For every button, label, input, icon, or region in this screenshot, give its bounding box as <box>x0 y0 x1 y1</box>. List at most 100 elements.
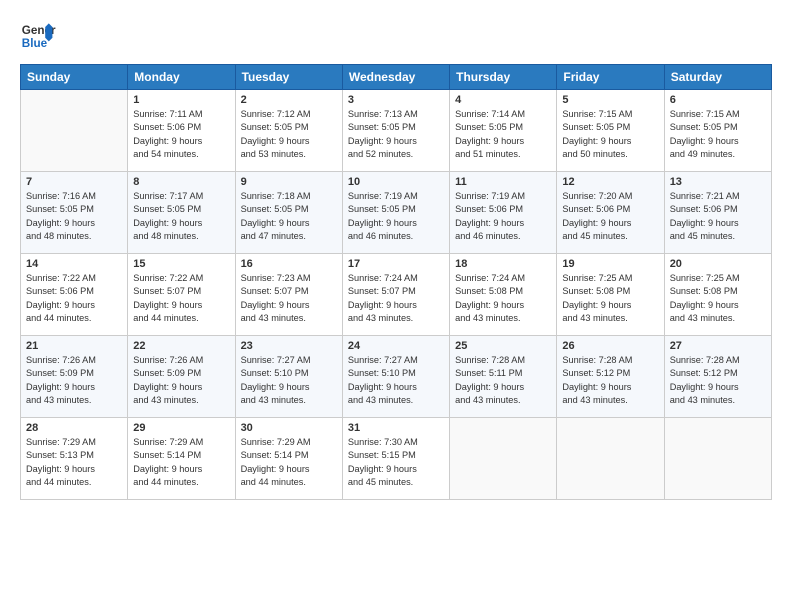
day-number: 23 <box>241 340 337 352</box>
svg-text:Blue: Blue <box>22 37 48 50</box>
day-info: Sunrise: 7:25 AMSunset: 5:08 PMDaylight:… <box>670 272 766 325</box>
day-number: 27 <box>670 340 766 352</box>
calendar-cell: 10 Sunrise: 7:19 AMSunset: 5:05 PMDayligh… <box>342 172 449 254</box>
calendar-cell: 21 Sunrise: 7:26 AMSunset: 5:09 PMDayligh… <box>21 336 128 418</box>
calendar-cell <box>664 418 771 500</box>
day-number: 5 <box>562 94 658 106</box>
week-row-3: 21 Sunrise: 7:26 AMSunset: 5:09 PMDayligh… <box>21 336 772 418</box>
day-number: 17 <box>348 258 444 270</box>
calendar-cell: 18 Sunrise: 7:24 AMSunset: 5:08 PMDayligh… <box>450 254 557 336</box>
day-info: Sunrise: 7:26 AMSunset: 5:09 PMDaylight:… <box>26 354 122 407</box>
day-number: 22 <box>133 340 229 352</box>
day-number: 1 <box>133 94 229 106</box>
calendar-cell: 23 Sunrise: 7:27 AMSunset: 5:10 PMDayligh… <box>235 336 342 418</box>
day-number: 26 <box>562 340 658 352</box>
day-number: 10 <box>348 176 444 188</box>
day-info: Sunrise: 7:24 AMSunset: 5:07 PMDaylight:… <box>348 272 444 325</box>
day-info: Sunrise: 7:15 AMSunset: 5:05 PMDaylight:… <box>670 108 766 161</box>
day-number: 7 <box>26 176 122 188</box>
col-header-sunday: Sunday <box>21 65 128 90</box>
day-info: Sunrise: 7:29 AMSunset: 5:14 PMDaylight:… <box>133 436 229 489</box>
calendar-cell: 4Sunrise: 7:14 AMSunset: 5:05 PMDaylight… <box>450 90 557 172</box>
col-header-tuesday: Tuesday <box>235 65 342 90</box>
calendar-cell: 29 Sunrise: 7:29 AMSunset: 5:14 PMDayligh… <box>128 418 235 500</box>
day-info: Sunrise: 7:11 AMSunset: 5:06 PMDaylight:… <box>133 108 229 161</box>
day-number: 31 <box>348 422 444 434</box>
calendar-cell <box>557 418 664 500</box>
calendar-cell: 20 Sunrise: 7:25 AMSunset: 5:08 PMDayligh… <box>664 254 771 336</box>
calendar-cell: 5 Sunrise: 7:15 AMSunset: 5:05 PMDaylight… <box>557 90 664 172</box>
header: General Blue <box>20 18 772 54</box>
calendar-cell: 16 Sunrise: 7:23 AMSunset: 5:07 PMDayligh… <box>235 254 342 336</box>
day-number: 19 <box>562 258 658 270</box>
day-info: Sunrise: 7:16 AMSunset: 5:05 PMDaylight:… <box>26 190 122 243</box>
calendar-cell: 19 Sunrise: 7:25 AMSunset: 5:08 PMDayligh… <box>557 254 664 336</box>
day-info: Sunrise: 7:17 AMSunset: 5:05 PMDaylight:… <box>133 190 229 243</box>
day-info: Sunrise: 7:25 AMSunset: 5:08 PMDaylight:… <box>562 272 658 325</box>
day-info: Sunrise: 7:27 AMSunset: 5:10 PMDaylight:… <box>348 354 444 407</box>
calendar-cell <box>21 90 128 172</box>
day-number: 30 <box>241 422 337 434</box>
calendar-table: SundayMondayTuesdayWednesdayThursdayFrid… <box>20 64 772 500</box>
logo-icon: General Blue <box>20 18 56 54</box>
page: General Blue SundayMondayTuesdayWednesda… <box>0 0 792 612</box>
day-number: 8 <box>133 176 229 188</box>
day-number: 15 <box>133 258 229 270</box>
calendar-cell: 15 Sunrise: 7:22 AMSunset: 5:07 PMDayligh… <box>128 254 235 336</box>
col-header-saturday: Saturday <box>664 65 771 90</box>
calendar-cell: 3 Sunrise: 7:13 AMSunset: 5:05 PMDaylight… <box>342 90 449 172</box>
day-number: 16 <box>241 258 337 270</box>
day-info: Sunrise: 7:26 AMSunset: 5:09 PMDaylight:… <box>133 354 229 407</box>
day-number: 12 <box>562 176 658 188</box>
day-info: Sunrise: 7:13 AMSunset: 5:05 PMDaylight:… <box>348 108 444 161</box>
week-row-2: 14 Sunrise: 7:22 AMSunset: 5:06 PMDayligh… <box>21 254 772 336</box>
day-info: Sunrise: 7:22 AMSunset: 5:06 PMDaylight:… <box>26 272 122 325</box>
day-info: Sunrise: 7:15 AMSunset: 5:05 PMDaylight:… <box>562 108 658 161</box>
day-info: Sunrise: 7:27 AMSunset: 5:10 PMDaylight:… <box>241 354 337 407</box>
day-number: 20 <box>670 258 766 270</box>
day-info: Sunrise: 7:23 AMSunset: 5:07 PMDaylight:… <box>241 272 337 325</box>
calendar-cell: 27Sunrise: 7:28 AMSunset: 5:12 PMDayligh… <box>664 336 771 418</box>
day-info: Sunrise: 7:20 AMSunset: 5:06 PMDaylight:… <box>562 190 658 243</box>
day-info: Sunrise: 7:19 AMSunset: 5:06 PMDaylight:… <box>455 190 551 243</box>
day-number: 21 <box>26 340 122 352</box>
day-number: 29 <box>133 422 229 434</box>
calendar-cell: 11 Sunrise: 7:19 AMSunset: 5:06 PMDayligh… <box>450 172 557 254</box>
col-header-friday: Friday <box>557 65 664 90</box>
calendar-cell: 14 Sunrise: 7:22 AMSunset: 5:06 PMDayligh… <box>21 254 128 336</box>
day-number: 14 <box>26 258 122 270</box>
day-number: 9 <box>241 176 337 188</box>
day-number: 28 <box>26 422 122 434</box>
day-info: Sunrise: 7:28 AMSunset: 5:11 PMDaylight:… <box>455 354 551 407</box>
logo: General Blue <box>20 18 56 54</box>
day-info: Sunrise: 7:19 AMSunset: 5:05 PMDaylight:… <box>348 190 444 243</box>
week-row-1: 7 Sunrise: 7:16 AMSunset: 5:05 PMDaylight… <box>21 172 772 254</box>
calendar-cell: 12 Sunrise: 7:20 AMSunset: 5:06 PMDayligh… <box>557 172 664 254</box>
calendar-cell: 13Sunrise: 7:21 AMSunset: 5:06 PMDayligh… <box>664 172 771 254</box>
col-header-wednesday: Wednesday <box>342 65 449 90</box>
calendar-cell: 6Sunrise: 7:15 AMSunset: 5:05 PMDaylight… <box>664 90 771 172</box>
calendar-cell: 7 Sunrise: 7:16 AMSunset: 5:05 PMDaylight… <box>21 172 128 254</box>
day-info: Sunrise: 7:29 AMSunset: 5:14 PMDaylight:… <box>241 436 337 489</box>
day-number: 3 <box>348 94 444 106</box>
calendar-cell: 17 Sunrise: 7:24 AMSunset: 5:07 PMDayligh… <box>342 254 449 336</box>
calendar-header-row: SundayMondayTuesdayWednesdayThursdayFrid… <box>21 65 772 90</box>
calendar-cell: 8 Sunrise: 7:17 AMSunset: 5:05 PMDaylight… <box>128 172 235 254</box>
calendar-cell: 22 Sunrise: 7:26 AMSunset: 5:09 PMDayligh… <box>128 336 235 418</box>
calendar-cell <box>450 418 557 500</box>
day-number: 11 <box>455 176 551 188</box>
day-info: Sunrise: 7:12 AMSunset: 5:05 PMDaylight:… <box>241 108 337 161</box>
day-number: 24 <box>348 340 444 352</box>
calendar-cell: 30 Sunrise: 7:29 AMSunset: 5:14 PMDayligh… <box>235 418 342 500</box>
calendar-cell: 2Sunrise: 7:12 AMSunset: 5:05 PMDaylight… <box>235 90 342 172</box>
calendar-cell: 9 Sunrise: 7:18 AMSunset: 5:05 PMDaylight… <box>235 172 342 254</box>
day-number: 18 <box>455 258 551 270</box>
day-info: Sunrise: 7:18 AMSunset: 5:05 PMDaylight:… <box>241 190 337 243</box>
day-number: 25 <box>455 340 551 352</box>
day-info: Sunrise: 7:24 AMSunset: 5:08 PMDaylight:… <box>455 272 551 325</box>
calendar-cell: 24 Sunrise: 7:27 AMSunset: 5:10 PMDayligh… <box>342 336 449 418</box>
day-info: Sunrise: 7:21 AMSunset: 5:06 PMDaylight:… <box>670 190 766 243</box>
day-info: Sunrise: 7:22 AMSunset: 5:07 PMDaylight:… <box>133 272 229 325</box>
col-header-thursday: Thursday <box>450 65 557 90</box>
col-header-monday: Monday <box>128 65 235 90</box>
